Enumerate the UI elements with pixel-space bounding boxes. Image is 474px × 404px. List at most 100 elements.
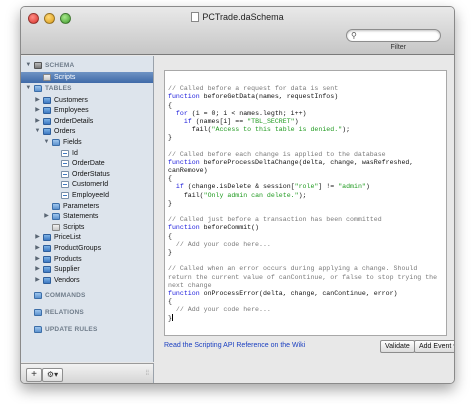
- table-icon: [43, 266, 51, 274]
- filter-search-field[interactable]: ⚲: [346, 29, 441, 42]
- sidebar-item-label: RELATIONS: [45, 309, 84, 317]
- folder-icon: [52, 202, 60, 210]
- sidebar-tree-item[interactable]: Scripts: [21, 222, 153, 233]
- sidebar-tree-item[interactable]: Scripts: [21, 72, 153, 83]
- sidebar-tree-item[interactable]: ▶ Customers: [21, 95, 153, 106]
- sidebar-item-label: Products: [54, 255, 82, 263]
- code-token: onProcessError(delta, change, canContinu…: [199, 289, 398, 297]
- sidebar-item-label: OrderStatus: [72, 170, 110, 178]
- disclosure-collapsed-icon[interactable]: ▶: [34, 264, 41, 275]
- code-token: }: [168, 134, 172, 142]
- code-line: // Add your code here...: [168, 306, 446, 314]
- code-line: for (i = 0; i < names.legth; i++): [168, 110, 446, 118]
- code-token: // Add your code here...: [175, 240, 271, 248]
- code-line: if (names[i] == "TBL_SECRET"): [168, 118, 446, 126]
- sidebar-tree-item[interactable]: ▶ Products: [21, 254, 153, 265]
- code-token: {: [168, 101, 172, 109]
- disclosure-collapsed-icon[interactable]: ▶: [43, 211, 50, 222]
- code-line: {: [168, 175, 446, 183]
- sidebar-tree-item[interactable]: ▶ Employees: [21, 105, 153, 116]
- code-token: "admin": [338, 183, 366, 191]
- disclosure-expanded-icon[interactable]: ▼: [34, 126, 41, 137]
- disclosure-collapsed-icon[interactable]: ▶: [34, 105, 41, 116]
- disclosure-expanded-icon[interactable]: ▼: [43, 137, 50, 148]
- sidebar-tree-item[interactable]: ▶ ProductGroups: [21, 243, 153, 254]
- table-icon: [43, 255, 51, 263]
- sidebar-section[interactable]: COMMANDS: [21, 290, 153, 301]
- table-icon: [43, 245, 51, 252]
- code-token: "Only admin can delete.": [203, 191, 299, 199]
- code-token: for: [175, 109, 188, 117]
- folder-icon: [34, 309, 42, 317]
- document-icon: [191, 12, 200, 22]
- code-token: // Called before each change is applied …: [168, 150, 386, 158]
- sidebar-item-label: Orders: [54, 128, 76, 136]
- sidebar-item-label: CustomerId: [72, 181, 109, 189]
- code-line: }: [168, 249, 446, 257]
- resize-grip-icon[interactable]: ⦙⦙: [146, 370, 149, 378]
- folder-icon: [52, 213, 60, 221]
- sidebar-section[interactable]: UPDATE RULES: [21, 324, 153, 335]
- code-token: beforeGetData(names, requestInfos): [199, 93, 339, 101]
- sidebar-tree-item[interactable]: EmployeeId: [21, 190, 153, 201]
- disclosure-expanded-icon[interactable]: ▼: [25, 83, 32, 94]
- code-token: // Called just before a transaction has …: [168, 216, 382, 224]
- sidebar-tree-item[interactable]: CustomerId: [21, 179, 153, 190]
- code-token: function: [168, 158, 200, 166]
- code-line: // Called before a request for data is s…: [168, 85, 446, 93]
- disclosure-collapsed-icon[interactable]: ▶: [34, 232, 41, 243]
- sidebar-tree-item[interactable]: ▶ OrderDetails: [21, 116, 153, 127]
- sidebar-tree-item[interactable]: OrderDate: [21, 158, 153, 169]
- action-menu-button[interactable]: ⚙▾: [42, 368, 63, 382]
- filter-input[interactable]: [361, 31, 436, 41]
- disclosure-collapsed-icon[interactable]: ▶: [34, 95, 41, 106]
- sidebar-tree-item[interactable]: Parameters: [21, 201, 153, 212]
- code-token: {: [168, 232, 172, 240]
- script-code-editor[interactable]: // Called before a request for data is s…: [164, 70, 447, 336]
- sidebar-tree-item[interactable]: OrderStatus: [21, 169, 153, 180]
- field-icon: [61, 160, 69, 168]
- sidebar-tree-item[interactable]: ▼ Orders: [21, 126, 153, 137]
- code-token: function: [168, 224, 200, 232]
- sidebar-item-label: Customers: [54, 96, 88, 104]
- window-title-text: PCTrade.daSchema: [202, 12, 284, 22]
- code-line: return the current value of canContinue,…: [168, 274, 446, 282]
- add-button[interactable]: +: [26, 368, 42, 382]
- sidebar-tree-item[interactable]: ▼ Fields: [21, 137, 153, 148]
- sidebar-section[interactable]: ▼ TABLES: [21, 83, 153, 94]
- sidebar-item-label: TABLES: [45, 84, 72, 92]
- validate-button[interactable]: Validate: [380, 340, 415, 353]
- add-event-button[interactable]: Add Event ▾: [414, 340, 454, 353]
- table-icon: [43, 107, 51, 115]
- search-icon: ⚲: [351, 31, 357, 40]
- code-token: beforeCommit(): [199, 224, 260, 232]
- table-icon: [43, 117, 51, 125]
- sidebar-section[interactable]: RELATIONS: [21, 307, 153, 318]
- disclosure-collapsed-icon[interactable]: ▶: [34, 116, 41, 127]
- scripting-api-wiki-link[interactable]: Read the Scripting API Reference on the …: [164, 342, 305, 349]
- code-token: );: [298, 191, 307, 199]
- sidebar-tree-item[interactable]: ▶ Supplier: [21, 264, 153, 275]
- code-token: // Add your code here...: [175, 306, 271, 314]
- code-token: function: [168, 93, 200, 101]
- disclosure-collapsed-icon[interactable]: ▶: [34, 254, 41, 265]
- sidebar-tree-item[interactable]: Id: [21, 148, 153, 159]
- sidebar-section[interactable]: ▼ SCHEMA: [21, 60, 153, 71]
- sidebar-item-label: Statements: [63, 213, 99, 221]
- sidebar-tree-item[interactable]: ▶ PriceList: [21, 232, 153, 243]
- table-icon: [43, 128, 51, 136]
- disclosure-expanded-icon[interactable]: ▼: [25, 60, 32, 71]
- sidebar-tree-item[interactable]: ▶ Vendors: [21, 275, 153, 286]
- sidebar-item-label: PriceList: [54, 234, 81, 242]
- disclosure-collapsed-icon[interactable]: ▶: [34, 275, 41, 286]
- code-token: next change: [168, 281, 212, 289]
- code-token: (i = 0; i < names.legth; i++): [187, 109, 307, 117]
- disclosure-collapsed-icon[interactable]: ▶: [34, 243, 41, 254]
- field-icon: [61, 149, 69, 157]
- sidebar-item-label: EmployeeId: [72, 192, 109, 199]
- code-token: // Called before a request for data is s…: [168, 85, 339, 93]
- sidebar-tree-item[interactable]: ▶ Statements: [21, 211, 153, 222]
